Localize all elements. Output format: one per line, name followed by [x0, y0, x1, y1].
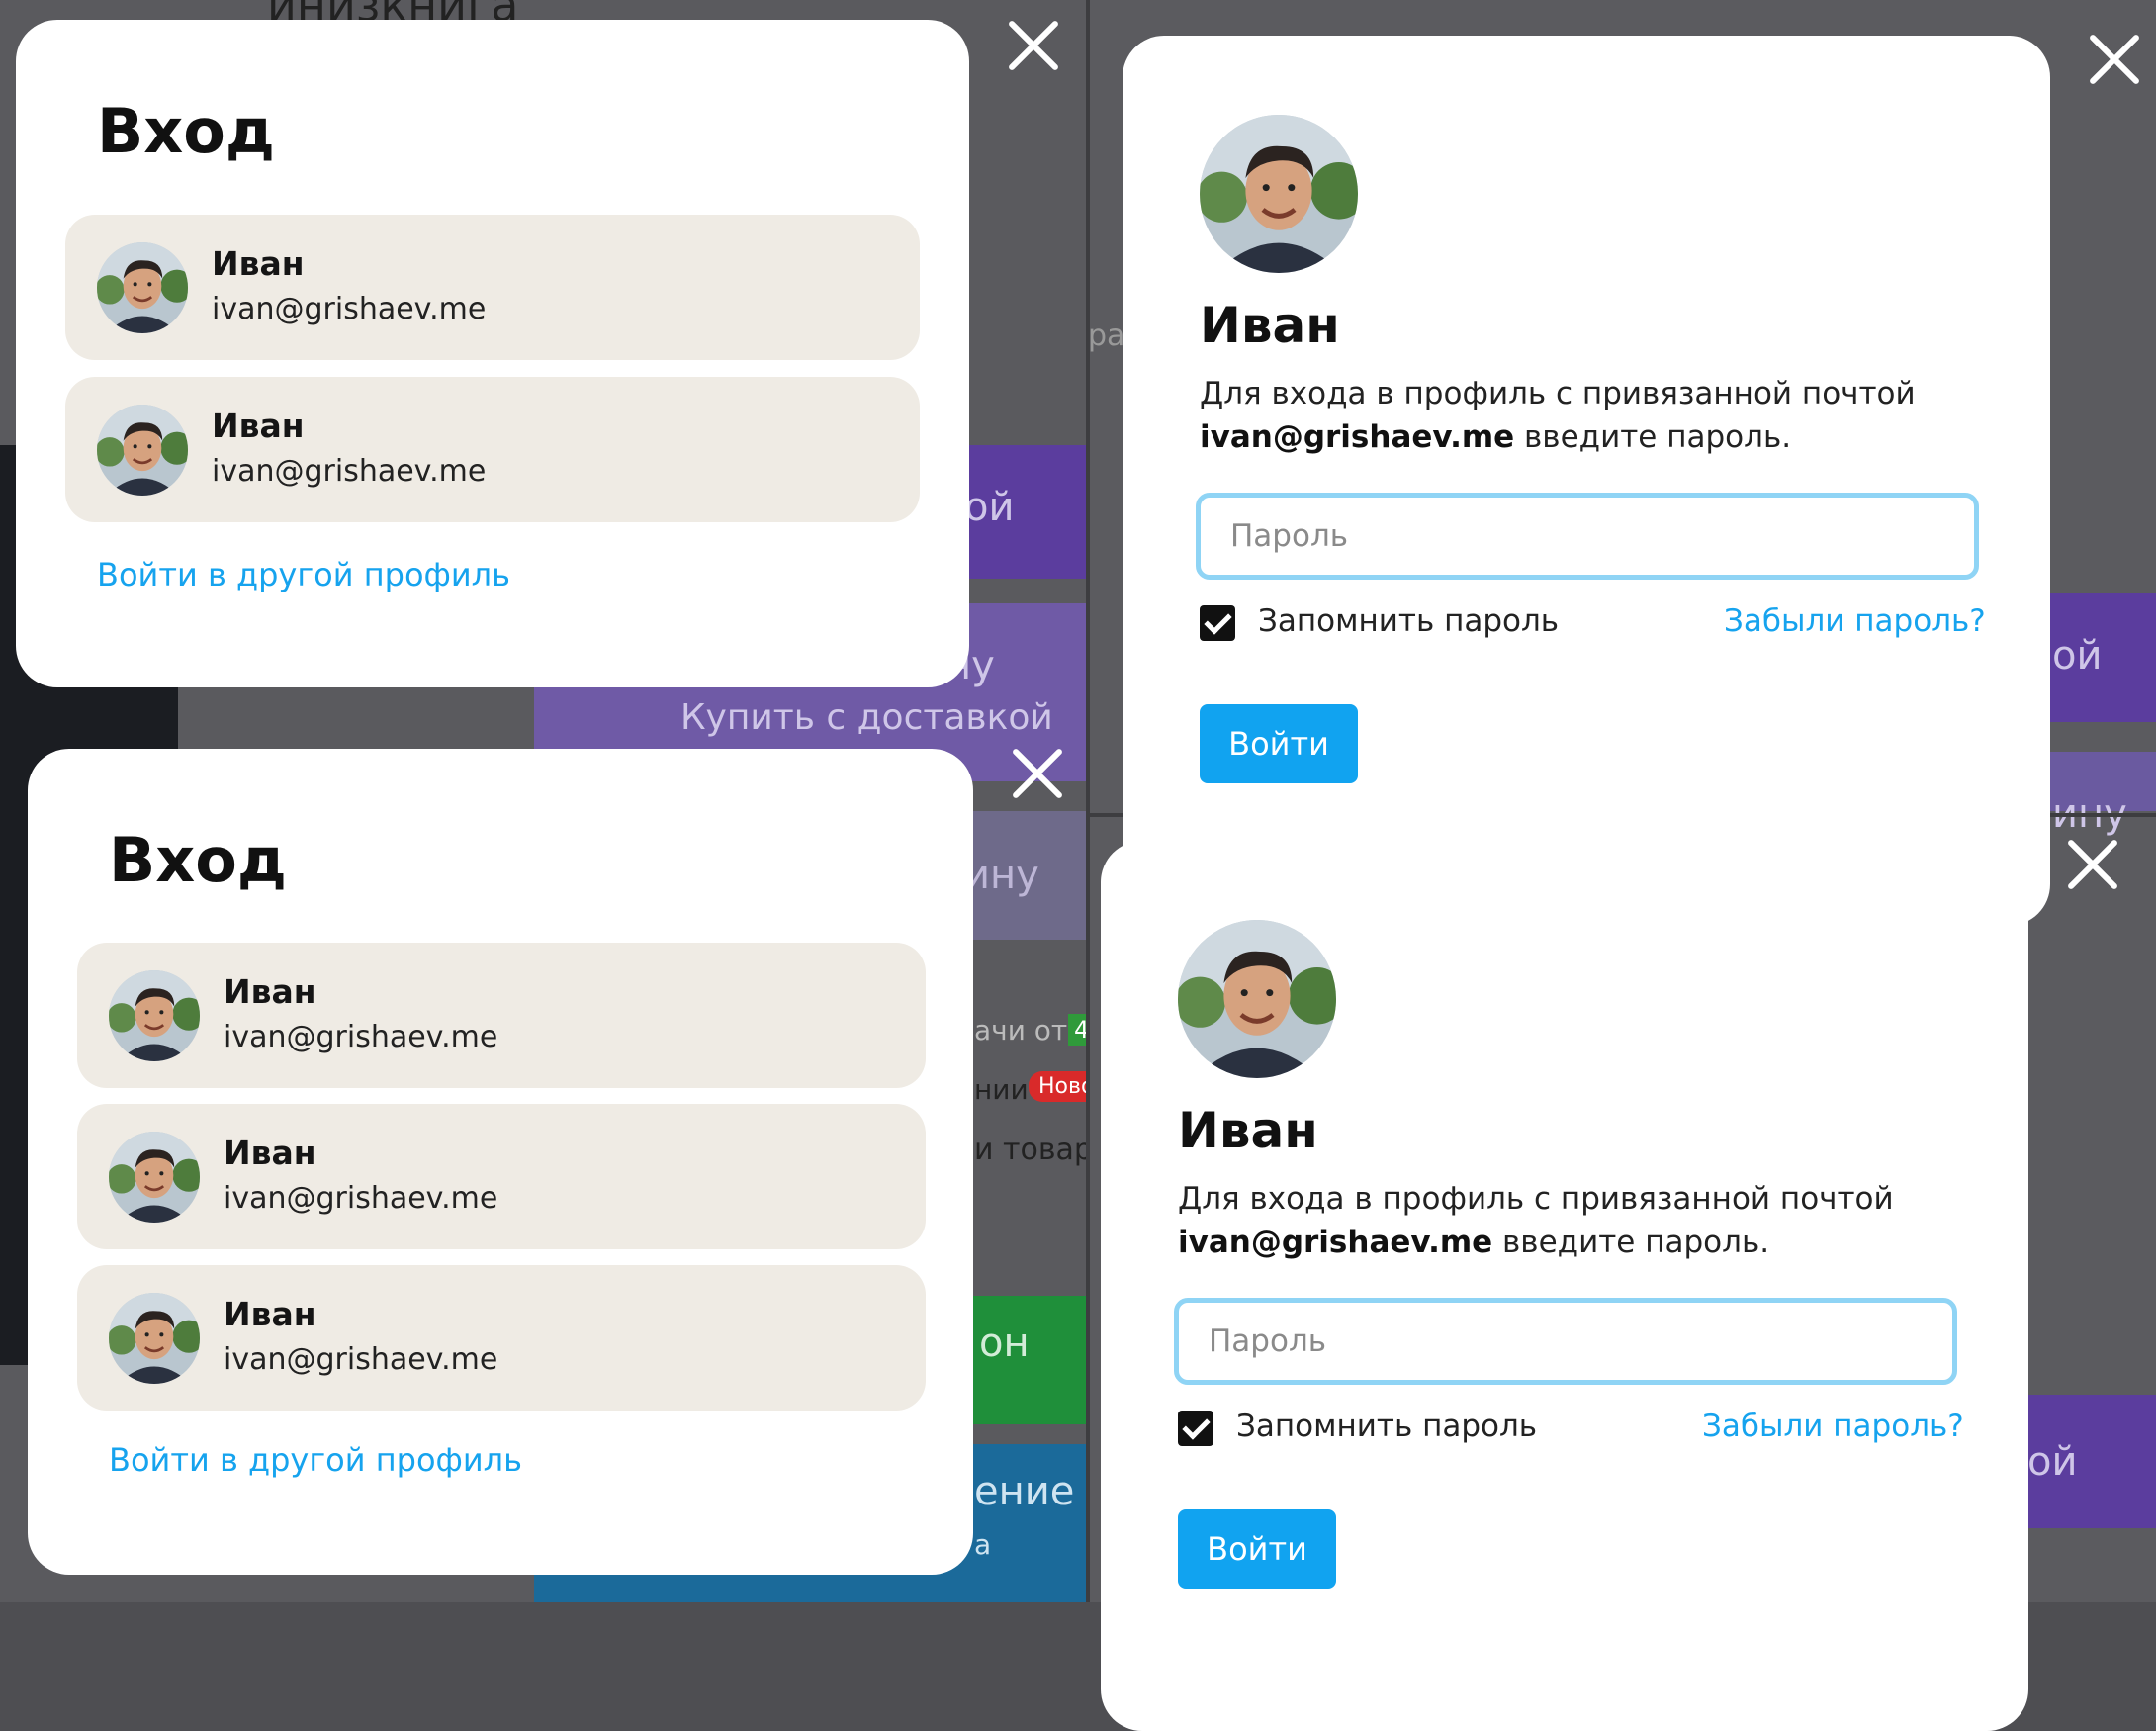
account-email: ivan@grishaev.me	[224, 1181, 498, 1216]
login-submit-button[interactable]: Войти	[1178, 1509, 1336, 1589]
login-modal-two-accounts: Вход Иван ivan@grishaev.me Иван ivan@gri…	[16, 20, 969, 687]
remember-label: Запомнить пароль	[1258, 603, 1560, 639]
modal-title: Вход	[97, 95, 275, 167]
account-card[interactable]: Иван ivan@grishaev.me	[77, 1265, 926, 1411]
background-badge: 4	[1068, 1014, 1088, 1046]
background-text: ачи от	[974, 1014, 1068, 1047]
account-name: Иван	[224, 1134, 316, 1172]
profile-name: Иван	[1178, 1102, 1318, 1159]
description-email: ivan@grishaev.me	[1200, 419, 1515, 455]
account-email: ivan@grishaev.me	[212, 292, 487, 326]
background-text: ой	[2027, 1439, 2078, 1485]
avatar-photo-icon	[109, 970, 200, 1061]
avatar-photo-icon	[97, 405, 188, 496]
avatar-photo-icon	[109, 1132, 200, 1223]
background-text: ение	[974, 1469, 1075, 1514]
close-icon[interactable]	[2089, 34, 2140, 85]
background-badge: Ново	[1029, 1071, 1088, 1102]
background-text: ой	[2052, 633, 2103, 679]
description-tail: введите пароль.	[1514, 419, 1792, 455]
login-description: Для входа в профиль с привязанной почтой…	[1178, 1177, 1930, 1264]
background-text: нии	[974, 1073, 1029, 1106]
description-tail: введите пароль.	[1492, 1225, 1770, 1260]
description-email: ivan@grishaev.me	[1178, 1225, 1493, 1260]
avatar-photo-icon	[1200, 115, 1358, 273]
account-name: Иван	[212, 244, 305, 283]
password-modal-bottom: Иван Для входа в профиль с привязанной п…	[1101, 841, 2028, 1731]
description-text: Для входа в профиль с привязанной почтой	[1178, 1181, 1894, 1217]
remember-checkbox[interactable]	[1200, 605, 1235, 641]
other-profile-link[interactable]: Войти в другой профиль	[97, 556, 510, 593]
remember-label: Запомнить пароль	[1236, 1409, 1538, 1444]
forgot-password-link[interactable]: Забыли пароль?	[1724, 603, 1986, 639]
background-text: ой	[964, 485, 1015, 530]
remember-checkbox[interactable]	[1178, 1411, 1213, 1446]
background-text: ину	[964, 853, 1039, 898]
avatar-photo-icon	[1178, 920, 1336, 1078]
other-profile-link[interactable]: Войти в другой профиль	[109, 1441, 522, 1479]
account-email: ivan@grishaev.me	[212, 454, 487, 489]
forgot-password-link[interactable]: Забыли пароль?	[1702, 1409, 1964, 1444]
password-modal-top: Иван Для входа в профиль с привязанной п…	[1123, 36, 2050, 926]
close-icon[interactable]	[1008, 20, 1059, 71]
account-email: ivan@grishaev.me	[224, 1342, 498, 1377]
account-name: Иван	[224, 1295, 316, 1333]
background-text: Купить с доставкой	[680, 697, 1053, 738]
login-modal-three-accounts: Вход Иван ivan@grishaev.me Иван ivan@gri…	[28, 749, 973, 1575]
account-card[interactable]: Иван ivan@grishaev.me	[65, 215, 920, 360]
avatar-photo-icon	[109, 1293, 200, 1384]
close-icon[interactable]	[1012, 748, 1063, 799]
background-text: и товар	[974, 1133, 1088, 1167]
account-email: ivan@grishaev.me	[224, 1020, 498, 1054]
background-text: ра	[1088, 319, 1125, 353]
close-icon[interactable]	[2067, 839, 2118, 890]
login-description: Для входа в профиль с привязанной почтой…	[1200, 372, 1951, 459]
background-text: а	[974, 1528, 992, 1561]
password-input[interactable]	[1196, 493, 1979, 580]
account-card[interactable]: Иван ivan@grishaev.me	[77, 943, 926, 1088]
avatar-photo-icon	[97, 242, 188, 333]
password-input[interactable]	[1174, 1298, 1957, 1385]
account-card[interactable]: Иван ivan@grishaev.me	[77, 1104, 926, 1249]
background-text: он	[979, 1321, 1030, 1366]
description-text: Для входа в профиль с привязанной почтой	[1200, 376, 1916, 411]
account-name: Иван	[224, 972, 316, 1011]
account-name: Иван	[212, 407, 305, 445]
modal-title: Вход	[109, 824, 287, 896]
account-card[interactable]: Иван ivan@grishaev.me	[65, 377, 920, 522]
login-submit-button[interactable]: Войти	[1200, 704, 1358, 783]
profile-name: Иван	[1200, 297, 1340, 354]
panel-divider-vertical	[1086, 0, 1090, 1602]
